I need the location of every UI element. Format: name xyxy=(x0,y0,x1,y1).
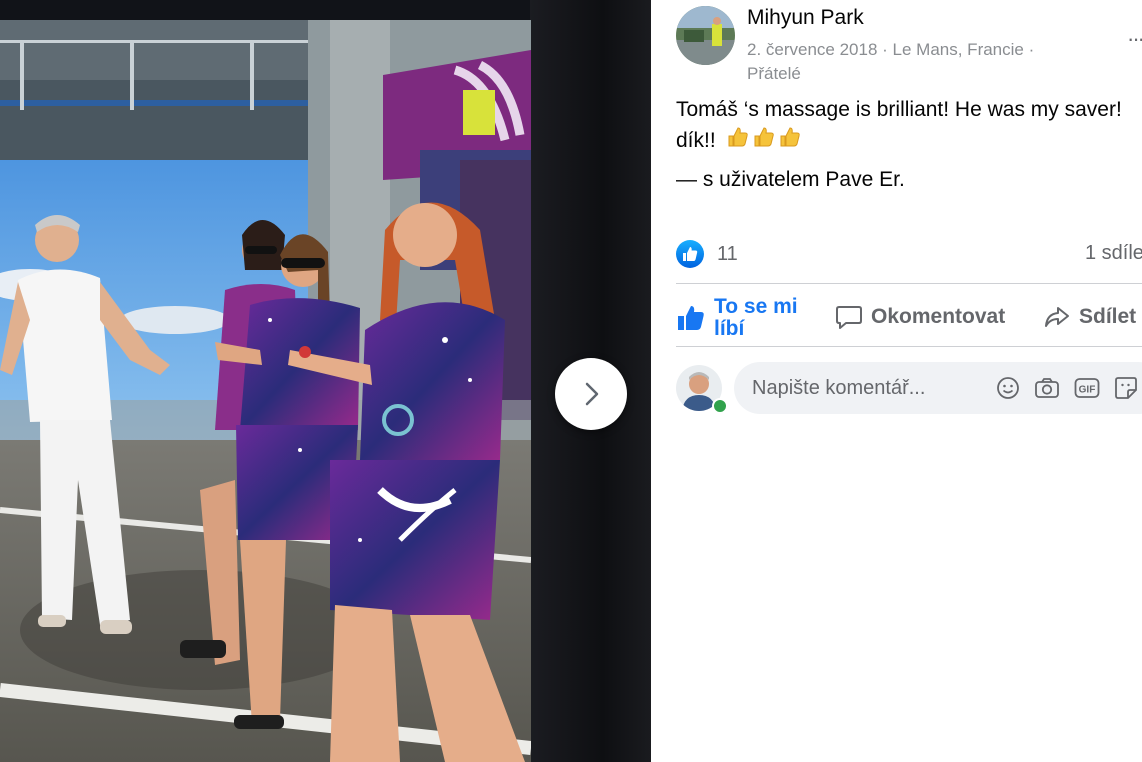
thumbs-up-icon xyxy=(683,247,698,261)
like-label: To se mi líbí xyxy=(714,295,798,340)
online-status-dot xyxy=(712,398,728,414)
tagged-with-prefix: — s uživatelem xyxy=(676,168,826,191)
post-meta: 2. července 2018 · Le Mans, Francie · Př… xyxy=(747,38,1077,86)
post-date[interactable]: 2. července 2018 xyxy=(747,40,877,59)
post-text-thanks: dík!! xyxy=(676,129,722,153)
author-name[interactable]: Mihyun Park xyxy=(747,6,864,30)
meta-separator: · xyxy=(1023,40,1035,59)
share-button[interactable]: Sdílet xyxy=(1043,303,1136,331)
more-dots-icon[interactable]: ··· xyxy=(1127,26,1142,52)
like-reaction-icon xyxy=(676,240,704,268)
camera-icon[interactable] xyxy=(1034,376,1060,400)
author-avatar[interactable] xyxy=(676,6,735,65)
comment-tools: GIF xyxy=(996,376,1142,400)
comment-input[interactable] xyxy=(750,375,984,401)
reaction-summary[interactable]: 11 xyxy=(676,240,738,268)
chevron-right-icon xyxy=(585,382,599,406)
sticker-icon[interactable] xyxy=(1114,376,1138,400)
comment-box[interactable]: GIF xyxy=(734,362,1142,414)
comment-icon xyxy=(836,306,862,329)
share-icon xyxy=(1045,307,1069,327)
gif-label: GIF xyxy=(1079,385,1096,396)
comment-label: Okomentovat xyxy=(871,305,1006,328)
meta-separator: · xyxy=(877,40,893,59)
gif-icon[interactable]: GIF xyxy=(1074,376,1100,400)
thumbs-up-emoji-icon xyxy=(728,127,800,147)
like-count: 11 xyxy=(717,242,738,265)
thumbs-up-emojis xyxy=(726,125,806,158)
post-text: Tomáš ‘s massage is brilliant! He was my… xyxy=(676,94,1142,195)
tagged-with-name[interactable]: Pave Er xyxy=(825,168,899,191)
audience-label[interactable]: Přátelé xyxy=(747,64,801,83)
tagged-with-line: — s uživatelem Pave Er. xyxy=(676,164,1142,195)
author-avatar-image xyxy=(676,6,735,65)
tagged-with-suffix: . xyxy=(898,168,905,191)
divider xyxy=(676,346,1142,347)
post-text-line-2: dík!! xyxy=(676,125,1142,158)
divider xyxy=(676,283,1142,284)
thumbs-up-icon xyxy=(678,306,704,330)
comment-button[interactable]: Okomentovat xyxy=(835,303,1005,331)
post-panel: Mihyun Park 2. července 2018 · Le Mans, … xyxy=(651,0,1142,762)
like-button[interactable]: To se mi líbí xyxy=(676,296,814,340)
photo-viewer xyxy=(0,0,651,762)
share-label: Sdílet xyxy=(1079,305,1137,328)
post-text-body: ‘s massage is brilliant! He was my saver… xyxy=(737,98,1122,121)
photo-illustration xyxy=(0,20,531,762)
post-photo[interactable] xyxy=(0,20,531,762)
share-count[interactable]: 1 sdílení xyxy=(1085,242,1142,265)
tagged-name[interactable]: Tomáš xyxy=(676,98,738,121)
post-location[interactable]: Le Mans, Francie xyxy=(893,40,1024,59)
emoji-icon[interactable] xyxy=(996,376,1020,400)
post-text-line-1: Tomáš ‘s massage is brilliant! He was my… xyxy=(676,94,1142,125)
next-photo-button[interactable] xyxy=(555,358,627,430)
